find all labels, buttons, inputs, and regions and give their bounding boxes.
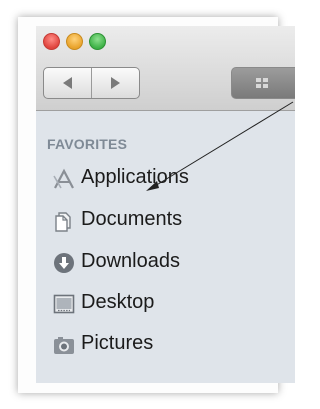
- minimize-button[interactable]: [66, 33, 83, 50]
- documents-icon: [55, 212, 71, 232]
- sidebar-item-label: Applications: [81, 166, 189, 188]
- sidebar-item-applications[interactable]: Applications: [36, 159, 276, 197]
- sidebar-item-label: Documents: [81, 208, 183, 230]
- window-toolbar: [36, 26, 295, 111]
- sidebar-item-desktop[interactable]: Desktop: [36, 284, 276, 322]
- desktop-icon: [53, 294, 75, 314]
- back-button[interactable]: [44, 68, 91, 98]
- close-button[interactable]: [43, 33, 60, 50]
- sidebar-item-downloads[interactable]: Downloads: [36, 243, 276, 281]
- sidebar-item-pictures[interactable]: Pictures: [36, 325, 276, 363]
- back-forward-control: [43, 67, 140, 99]
- back-arrow-icon: [63, 77, 72, 89]
- sidebar-item-label: Downloads: [81, 250, 180, 272]
- finder-window: FAVORITES Applications Documents Downloa: [36, 26, 295, 383]
- icon-view-grid-icon: [256, 78, 268, 88]
- sidebar-item-documents[interactable]: Documents: [36, 201, 276, 239]
- icon-view-button[interactable]: [231, 67, 295, 99]
- sidebar-item-label: Desktop: [81, 291, 155, 313]
- zoom-button[interactable]: [89, 33, 106, 50]
- forward-button[interactable]: [91, 68, 139, 98]
- forward-arrow-icon: [111, 77, 120, 89]
- favorites-header: FAVORITES: [47, 136, 128, 152]
- applications-icon: [53, 168, 74, 189]
- sidebar: FAVORITES Applications Documents Downloa: [36, 111, 295, 383]
- pictures-icon: [54, 337, 74, 354]
- downloads-icon: [54, 253, 74, 273]
- sidebar-item-label: Pictures: [81, 332, 154, 354]
